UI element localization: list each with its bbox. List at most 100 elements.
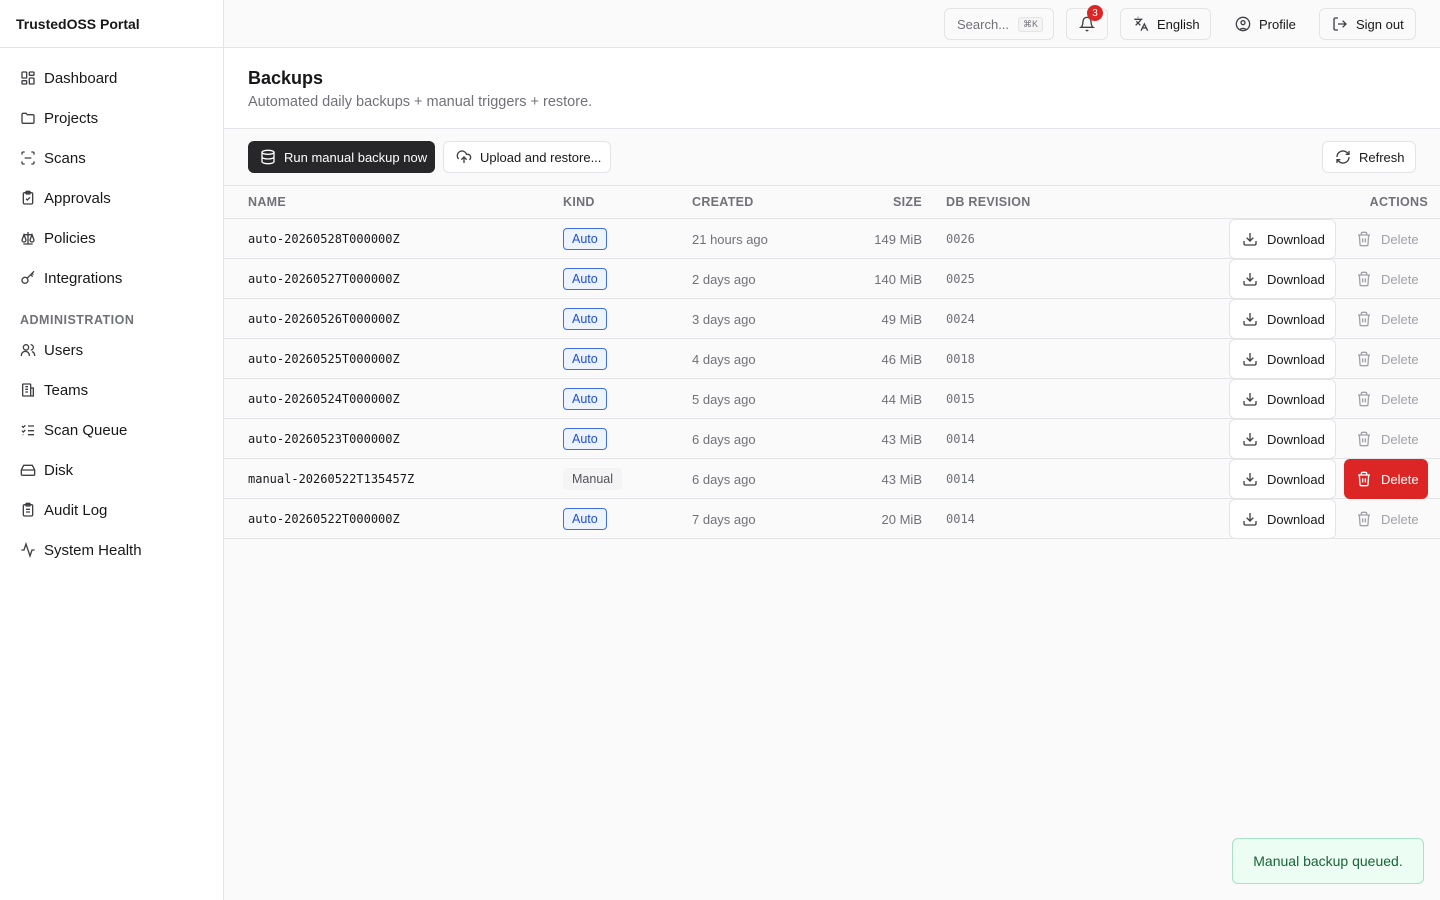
sidebar-item-label: Scan Queue xyxy=(44,421,128,439)
table-row: auto-20260527T000000Z Auto 2 days ago 14… xyxy=(224,259,1440,299)
trash-icon xyxy=(1358,431,1370,447)
notifications-button[interactable]: 3 xyxy=(1066,5,1108,40)
download-label: Download xyxy=(1267,431,1325,447)
backup-db-revision: 0024 xyxy=(946,312,975,326)
search-shortcut: ⌘K xyxy=(1018,16,1044,32)
sidebar-item-label: System Health xyxy=(44,541,142,559)
backup-created: 4 days ago xyxy=(692,351,756,367)
backup-name: auto-20260525T000000Z xyxy=(248,352,400,366)
table-row: manual-20260522T135457Z Manual 6 days ag… xyxy=(224,459,1440,499)
sidebar-item-teams[interactable]: Teams xyxy=(0,370,223,410)
user-circle-icon xyxy=(1235,16,1251,32)
sidebar-item-scans[interactable]: Scans xyxy=(0,138,223,178)
page-header: Backups Automated daily backups + manual… xyxy=(224,48,1440,129)
delete-button[interactable]: Delete xyxy=(1344,379,1428,419)
scale-icon xyxy=(21,232,35,245)
download-button[interactable]: Download xyxy=(1229,259,1336,299)
scan-icon xyxy=(21,151,35,165)
topbar: Search... ⌘K 3 English Profile Sign out xyxy=(224,0,1440,48)
table-row: auto-20260523T000000Z Auto 6 days ago 43… xyxy=(224,419,1440,459)
sidebar: TrustedOSS Portal Dashboard Projects Sca… xyxy=(0,0,224,900)
sidebar-item-label: Audit Log xyxy=(44,501,108,519)
backup-size: 46 MiB xyxy=(881,351,922,367)
backup-name: auto-20260523T000000Z xyxy=(248,432,400,446)
sidebar-item-policies[interactable]: Policies xyxy=(0,218,223,258)
backup-db-revision: 0026 xyxy=(946,232,975,246)
sidebar-item-projects[interactable]: Projects xyxy=(0,98,223,138)
sidebar-item-label: Projects xyxy=(44,109,99,127)
users-icon xyxy=(20,344,36,356)
backup-toolbar: Run manual backup now Upload and restore… xyxy=(224,129,1440,186)
sign-out-button[interactable]: Sign out xyxy=(1319,8,1416,40)
column-header-db-revision: DB REVISION xyxy=(946,195,1031,209)
delete-button[interactable]: Delete xyxy=(1344,499,1428,539)
log-out-icon xyxy=(1333,17,1347,31)
column-header-created: CREATED xyxy=(692,195,754,209)
delete-button[interactable]: Delete xyxy=(1344,259,1428,299)
backup-name: auto-20260522T000000Z xyxy=(248,512,400,526)
sidebar-item-label: Approvals xyxy=(44,189,111,207)
delete-button[interactable]: Delete xyxy=(1344,299,1428,339)
download-label: Download xyxy=(1267,351,1325,367)
download-icon xyxy=(1243,513,1257,526)
download-button[interactable]: Download xyxy=(1229,339,1336,379)
language-button[interactable]: English xyxy=(1120,8,1211,40)
delete-button[interactable]: Delete xyxy=(1344,419,1428,459)
download-button[interactable]: Download xyxy=(1229,379,1336,419)
column-header-kind: KIND xyxy=(563,195,595,209)
download-icon xyxy=(1243,233,1257,246)
download-button[interactable]: Download xyxy=(1229,219,1336,259)
delete-button[interactable]: Delete xyxy=(1344,219,1428,259)
trash-icon xyxy=(1358,511,1370,527)
app-title: TrustedOSS Portal xyxy=(0,0,223,48)
profile-button[interactable]: Profile xyxy=(1222,8,1310,40)
list-checks-icon xyxy=(21,424,34,436)
delete-button[interactable]: Delete xyxy=(1344,459,1428,499)
backup-kind-cell: Auto xyxy=(563,379,607,419)
backup-name: auto-20260524T000000Z xyxy=(248,392,400,406)
profile-label: Profile xyxy=(1259,16,1296,32)
backups-table: NAME KIND CREATED SIZE DB REVISION ACTIO… xyxy=(224,186,1440,539)
table-header: NAME KIND CREATED SIZE DB REVISION ACTIO… xyxy=(224,186,1440,219)
kind-badge: Auto xyxy=(563,348,607,370)
download-icon xyxy=(1243,273,1257,286)
backup-db-revision: 0018 xyxy=(946,352,975,366)
delete-button[interactable]: Delete xyxy=(1344,339,1428,379)
sidebar-item-dashboard[interactable]: Dashboard xyxy=(0,58,223,98)
sidebar-item-users[interactable]: Users xyxy=(0,330,223,370)
backup-kind-cell: Auto xyxy=(563,219,607,259)
run-manual-backup-button[interactable]: Run manual backup now xyxy=(248,141,435,173)
delete-label: Delete xyxy=(1381,311,1419,327)
upload-restore-button[interactable]: Upload and restore... xyxy=(443,141,611,173)
backup-size: 20 MiB xyxy=(881,511,922,527)
delete-label: Delete xyxy=(1381,471,1419,487)
download-icon xyxy=(1243,393,1257,406)
backup-created: 6 days ago xyxy=(692,471,756,487)
backup-size: 49 MiB xyxy=(881,311,922,327)
page-title: Backups xyxy=(248,68,324,88)
sidebar-item-approvals[interactable]: Approvals xyxy=(0,178,223,218)
sidebar-item-integrations[interactable]: Integrations xyxy=(0,258,223,298)
sidebar-item-disk[interactable]: Disk xyxy=(0,450,223,490)
folder-icon xyxy=(21,112,35,124)
sidebar-nav: Dashboard Projects Scans Approvals Polic… xyxy=(0,48,223,570)
sidebar-item-system-health[interactable]: System Health xyxy=(0,530,223,570)
column-header-name: NAME xyxy=(248,195,287,209)
download-button[interactable]: Download xyxy=(1229,459,1336,499)
sign-out-label: Sign out xyxy=(1356,16,1404,32)
download-label: Download xyxy=(1267,271,1325,287)
sidebar-item-scan-queue[interactable]: Scan Queue xyxy=(0,410,223,450)
backup-kind-cell: Auto xyxy=(563,259,607,299)
download-label: Download xyxy=(1267,511,1325,527)
search-button[interactable]: Search... ⌘K xyxy=(944,8,1054,40)
sidebar-item-label: Users xyxy=(44,341,84,359)
backup-kind-cell: Manual xyxy=(563,459,622,499)
sidebar-item-audit-log[interactable]: Audit Log xyxy=(0,490,223,530)
download-button[interactable]: Download xyxy=(1229,499,1336,539)
download-button[interactable]: Download xyxy=(1229,419,1336,459)
activity-icon xyxy=(21,542,35,558)
download-icon xyxy=(1243,353,1257,366)
download-button[interactable]: Download xyxy=(1229,299,1336,339)
refresh-button[interactable]: Refresh xyxy=(1322,141,1416,173)
page-subtitle: Automated daily backups + manual trigger… xyxy=(248,94,593,110)
